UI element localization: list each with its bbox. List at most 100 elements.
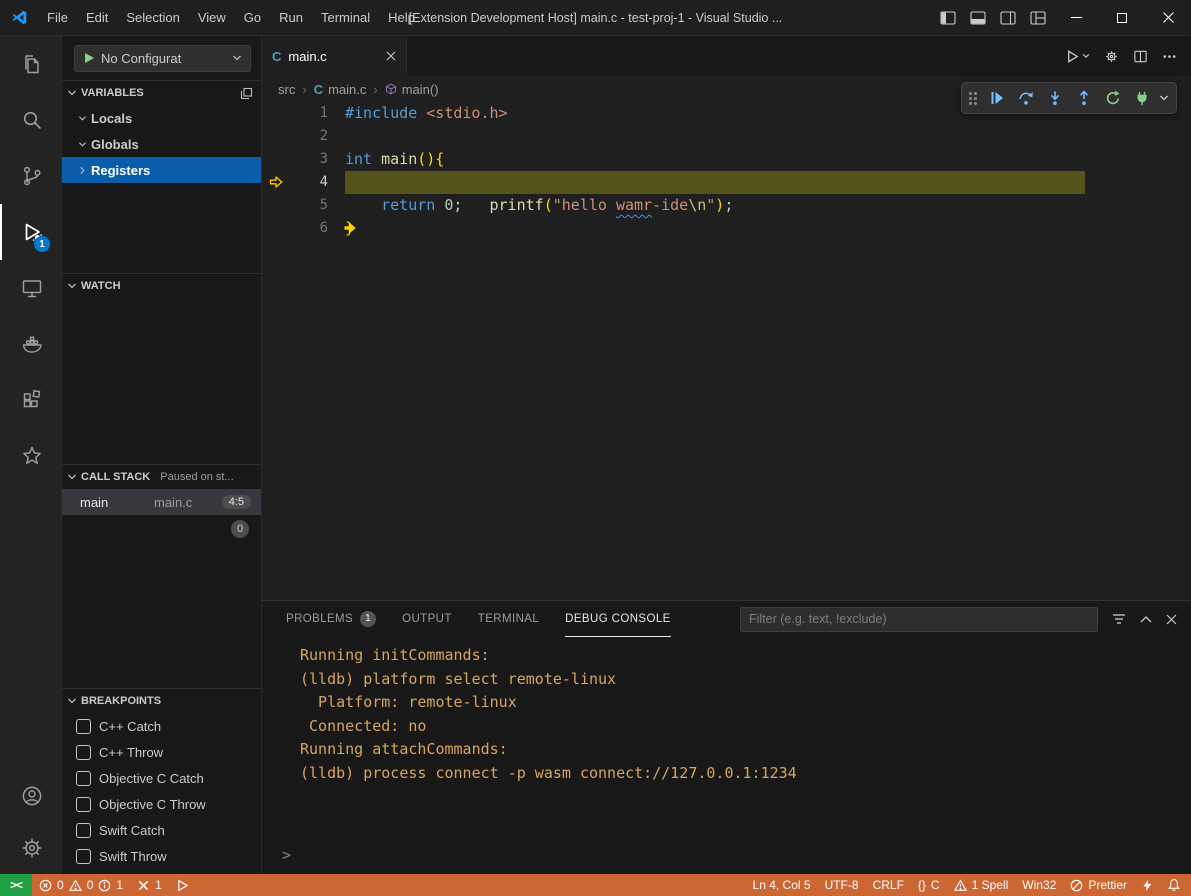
eol-sequence[interactable]: CRLF [866, 874, 911, 896]
breakpoint-cpp-throw[interactable]: C++ Throw [62, 739, 261, 765]
language-mode[interactable]: {} C [911, 874, 947, 896]
debug-config-dropdown[interactable]: No Configurat [74, 45, 251, 72]
code-text[interactable]: int main(){ [328, 148, 444, 171]
debug-more-chevron-icon[interactable] [1157, 85, 1171, 111]
menu-selection[interactable]: Selection [117, 6, 188, 30]
toggle-panel-icon[interactable] [963, 0, 993, 35]
breakpoint-objc-catch[interactable]: Objective C Catch [62, 765, 261, 791]
split-editor-icon[interactable] [1133, 49, 1148, 64]
breakpoint-gutter[interactable] [262, 125, 298, 148]
console-filter-input[interactable] [740, 607, 1098, 632]
code-editor[interactable]: 1 #include <stdio.h> 2 3 int main(){ [262, 102, 1191, 600]
breakpoint-gutter[interactable] [262, 171, 298, 194]
call-stack-header[interactable]: CALL STACK Paused on st... [62, 465, 261, 489]
breadcrumb-src[interactable]: src [278, 82, 295, 97]
marketplace-star-icon[interactable] [0, 428, 61, 484]
minimize-button[interactable] [1053, 0, 1099, 35]
formatter-status[interactable]: Prettier [1063, 874, 1134, 896]
code-text[interactable]: #include <stdio.h> [328, 102, 508, 125]
account-icon[interactable] [0, 770, 61, 822]
menu-terminal[interactable]: Terminal [312, 6, 379, 30]
breadcrumb-file[interactable]: Cmain.c [314, 82, 367, 97]
maximize-button[interactable] [1099, 0, 1145, 35]
step-out-button[interactable] [1070, 85, 1097, 111]
breakpoint-gutter[interactable] [262, 102, 298, 125]
code-text[interactable]: printf("hello wamr-ide\n"); [328, 171, 733, 194]
settings-gear-icon[interactable] [0, 822, 61, 874]
more-actions-icon[interactable] [1162, 49, 1177, 64]
menu-run[interactable]: Run [270, 6, 312, 30]
menu-go[interactable]: Go [235, 6, 270, 30]
restart-button[interactable] [1099, 85, 1126, 111]
customize-layout-icon[interactable] [1023, 0, 1053, 35]
run-and-debug-icon[interactable]: 1 [0, 204, 61, 260]
breakpoint-gutter[interactable] [262, 217, 298, 240]
breakpoint-swift-throw[interactable]: Swift Throw [62, 843, 261, 869]
code-text[interactable]: return 0; [328, 194, 462, 217]
checkbox[interactable] [76, 797, 91, 812]
variables-registers[interactable]: Registers [62, 157, 261, 183]
debug-console-output[interactable]: Running initCommands: (lldb) platform se… [262, 637, 1191, 874]
code-text[interactable] [328, 125, 345, 148]
extensions-icon[interactable] [0, 372, 61, 428]
variables-locals[interactable]: Locals [62, 105, 261, 131]
run-or-debug-icon[interactable] [1065, 49, 1090, 64]
breakpoint-gutter[interactable] [262, 194, 298, 217]
menu-file[interactable]: File [38, 6, 77, 30]
step-into-button[interactable] [1041, 85, 1068, 111]
continue-button[interactable] [983, 85, 1010, 111]
remote-explorer-icon[interactable] [0, 260, 61, 316]
checkbox[interactable] [76, 849, 91, 864]
docker-icon[interactable] [0, 316, 61, 372]
breakpoint-cpp-catch[interactable]: C++ Catch [62, 713, 261, 739]
breakpoints-header[interactable]: BREAKPOINTS [62, 689, 261, 713]
breakpoint-gutter[interactable] [262, 148, 298, 171]
menu-edit[interactable]: Edit [77, 6, 117, 30]
checkbox[interactable] [76, 745, 91, 760]
variables-globals[interactable]: Globals [62, 131, 261, 157]
search-icon[interactable] [0, 92, 61, 148]
checkbox[interactable] [76, 823, 91, 838]
tab-main-c[interactable]: C main.c [262, 36, 407, 76]
code-text[interactable]: } [328, 217, 354, 240]
start-debug-icon[interactable] [83, 52, 95, 64]
explorer-icon[interactable] [0, 36, 61, 92]
tab-output[interactable]: OUTPUT [402, 601, 452, 637]
source-control-icon[interactable] [0, 148, 61, 204]
extension-status-icon[interactable] [1134, 874, 1160, 896]
close-window-button[interactable] [1145, 0, 1191, 35]
watch-header[interactable]: WATCH [62, 274, 261, 298]
platform-status[interactable]: Win32 [1015, 874, 1063, 896]
tab-terminal[interactable]: TERMINAL [478, 601, 539, 637]
toggle-secondary-sidebar-icon[interactable] [993, 0, 1023, 35]
step-over-button[interactable] [1012, 85, 1039, 111]
notifications-bell-icon[interactable] [1160, 874, 1191, 896]
problems-status[interactable]: 0 0 1 [32, 874, 130, 896]
disconnect-button[interactable] [1128, 85, 1155, 111]
debug-status-icon[interactable] [169, 874, 196, 896]
filter-lines-icon[interactable] [1112, 613, 1126, 625]
close-panel-icon[interactable] [1166, 614, 1177, 625]
collapse-all-icon[interactable] [240, 87, 253, 100]
variables-header[interactable]: VARIABLES [62, 81, 261, 105]
breakpoint-objc-throw[interactable]: Objective C Throw [62, 791, 261, 817]
toggle-sidebar-icon[interactable] [933, 0, 963, 35]
breadcrumb-symbol[interactable]: main() [385, 82, 439, 97]
menu-view[interactable]: View [189, 6, 235, 30]
cursor-position[interactable]: Ln 4, Col 5 [746, 874, 818, 896]
toolbar-gripper[interactable] [969, 92, 977, 105]
spell-checker-status[interactable]: 1 Spell [947, 874, 1016, 896]
checkbox[interactable] [76, 719, 91, 734]
tab-debug-console[interactable]: DEBUG CONSOLE [565, 601, 671, 637]
encoding[interactable]: UTF-8 [818, 874, 866, 896]
remote-indicator[interactable]: >< [0, 874, 32, 896]
stack-frame-row[interactable]: main main.c 4:5 [62, 489, 261, 515]
close-tab-icon[interactable] [386, 51, 396, 61]
checkbox[interactable] [76, 771, 91, 786]
console-input-prompt[interactable]: > [282, 846, 291, 864]
editor-gear-icon[interactable] [1104, 49, 1119, 64]
toolchain-status[interactable]: 1 [130, 874, 169, 896]
tab-problems[interactable]: PROBLEMS 1 [286, 601, 376, 637]
maximize-panel-icon[interactable] [1140, 615, 1152, 623]
breakpoint-swift-catch[interactable]: Swift Catch [62, 817, 261, 843]
